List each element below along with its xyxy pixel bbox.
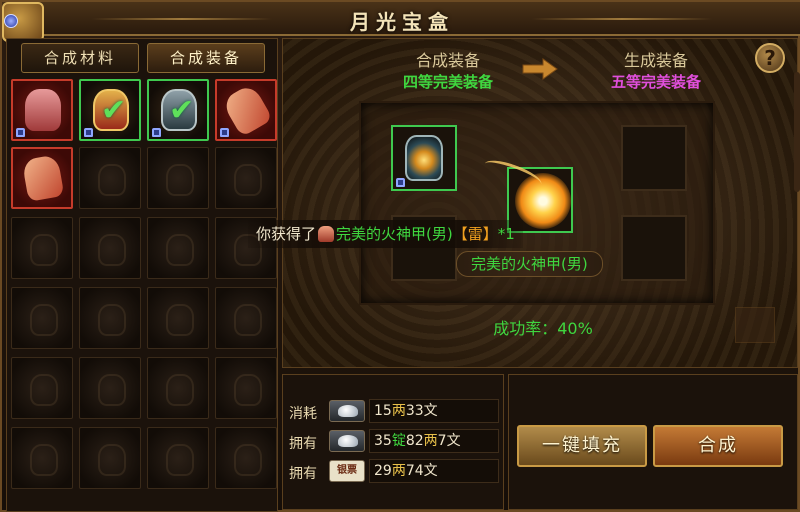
cost-label: 拥有 <box>289 436 317 452</box>
lock-icon <box>16 128 25 137</box>
lantern-armor-icon <box>405 135 443 181</box>
notice-count: *1 <box>497 225 515 243</box>
armor-icon <box>318 226 335 242</box>
inventory-slot-empty[interactable] <box>11 217 73 279</box>
currency-part: 锭 <box>391 433 406 449</box>
inventory-slot-empty[interactable] <box>215 427 277 489</box>
scrollbar[interactable] <box>794 72 800 192</box>
currency-part: 74文 <box>405 463 438 479</box>
inventory-slot-empty[interactable] <box>147 287 209 349</box>
inventory-slot-empty[interactable] <box>147 217 209 279</box>
equipment-inventory-panel: 合成材料 合成装备 ✔ ✔ <box>6 38 278 512</box>
currency-part: 82 <box>405 433 424 449</box>
silver-ingot-icon <box>329 400 365 422</box>
tab-materials[interactable]: 合成材料 <box>21 43 139 73</box>
currency-part: 两 <box>391 463 406 479</box>
armor-icon <box>25 89 61 131</box>
result-slot[interactable] <box>621 125 687 191</box>
inventory-slot-empty[interactable] <box>79 147 141 209</box>
inventory-slot-empty[interactable] <box>147 357 209 419</box>
lock-icon <box>84 128 93 137</box>
checkmark-icon: ✔ <box>101 93 127 128</box>
synthesize-button[interactable]: 合成 <box>653 425 783 467</box>
banknote-icon: 银票 <box>329 460 365 482</box>
silver-ingot-icon <box>329 430 365 452</box>
inventory-slot-empty[interactable] <box>79 427 141 489</box>
currency-part: 15 <box>374 403 392 419</box>
currency-part: 7文 <box>437 433 461 449</box>
lock-icon <box>220 128 229 137</box>
action-button-area: 一键填充 合成 <box>508 374 798 510</box>
cost-label: 拥有 <box>289 466 317 482</box>
currency-part: 两 <box>423 433 438 449</box>
result-grade-label: 五等完美装备 <box>610 73 701 91</box>
result-slot-secondary[interactable] <box>621 215 687 281</box>
armor-icon <box>21 154 65 202</box>
inventory-slot-empty[interactable] <box>147 147 209 209</box>
cost-label: 消耗 <box>289 406 317 422</box>
inventory-slot-empty[interactable] <box>215 147 277 209</box>
help-button[interactable]: ? <box>755 43 785 73</box>
inventory-slot-empty[interactable] <box>215 287 277 349</box>
arrow-right-icon <box>522 58 558 80</box>
currency-part: 29 <box>374 463 392 479</box>
currency-part: 33文 <box>405 403 438 419</box>
source-equipment-slot[interactable] <box>391 125 457 191</box>
inventory-slot[interactable] <box>215 79 277 141</box>
corner-ornament <box>735 307 775 343</box>
cost-value: 15两33文 <box>369 399 499 423</box>
treasure-chest-icon[interactable] <box>2 2 44 42</box>
inventory-slot-empty[interactable] <box>79 217 141 279</box>
success-rate: 成功率：40% <box>493 319 593 338</box>
inventory-slot-empty[interactable] <box>11 357 73 419</box>
auto-fill-button[interactable]: 一键填充 <box>517 425 647 467</box>
currency-part: 35 <box>374 433 392 449</box>
inventory-slot-empty[interactable] <box>215 357 277 419</box>
title-bar: 月光宝盒 <box>2 2 800 36</box>
inventory-slot-empty[interactable] <box>79 357 141 419</box>
result-equipment-header: 生成装备 <box>623 51 688 70</box>
inventory-slot-empty[interactable] <box>11 287 73 349</box>
inventory-slot-empty[interactable] <box>79 287 141 349</box>
notice-prefix: 你获得了 <box>256 225 317 243</box>
source-equipment-header: 合成装备 <box>415 51 480 70</box>
item-obtained-notice: 你获得了 完美的火神甲(男)【雷】*1 <box>248 220 523 248</box>
window-title: 月光宝盒 <box>350 10 454 34</box>
checkmark-icon: ✔ <box>169 93 195 128</box>
tab-equipment[interactable]: 合成装备 <box>147 43 265 73</box>
inventory-slot[interactable] <box>11 147 73 209</box>
notice-element: 【雷】 <box>452 225 498 243</box>
lock-icon <box>152 128 161 137</box>
cost-value: 29两74文 <box>369 459 499 483</box>
inventory-slot-empty[interactable] <box>147 427 209 489</box>
notice-item-name: 完美的火神甲(男) <box>336 225 453 243</box>
gem-icon <box>4 14 18 28</box>
inventory-slot[interactable]: ✔ <box>147 79 209 141</box>
inventory-slot-empty[interactable] <box>11 427 73 489</box>
inventory-slot[interactable] <box>11 79 73 141</box>
cost-row-owned-banknote: 拥有 银票 29两74文 <box>289 459 499 485</box>
item-name-tooltip: 完美的火神甲(男) <box>456 251 603 277</box>
currency-part: 两 <box>391 403 406 419</box>
cost-row-owned-silver: 拥有 35锭82两7文 <box>289 429 499 455</box>
source-grade-label: 四等完美装备 <box>402 73 493 91</box>
cost-row-consume: 消耗 15两33文 <box>289 399 499 425</box>
moonlight-box-window: 月光宝盒 合成材料 合成装备 ✔ ✔ 合成装备 四等完美装备 生成装备 五等完美… <box>0 0 800 512</box>
synthesis-panel: 合成装备 四等完美装备 生成装备 五等完美装备 ? 成功率：40% <box>282 38 798 368</box>
inventory-slot[interactable]: ✔ <box>79 79 141 141</box>
lock-icon <box>396 178 405 187</box>
cost-value: 35锭82两7文 <box>369 429 499 453</box>
cost-panel: 消耗 15两33文 拥有 35锭82两7文 拥有 银票 29两74文 <box>282 374 504 510</box>
